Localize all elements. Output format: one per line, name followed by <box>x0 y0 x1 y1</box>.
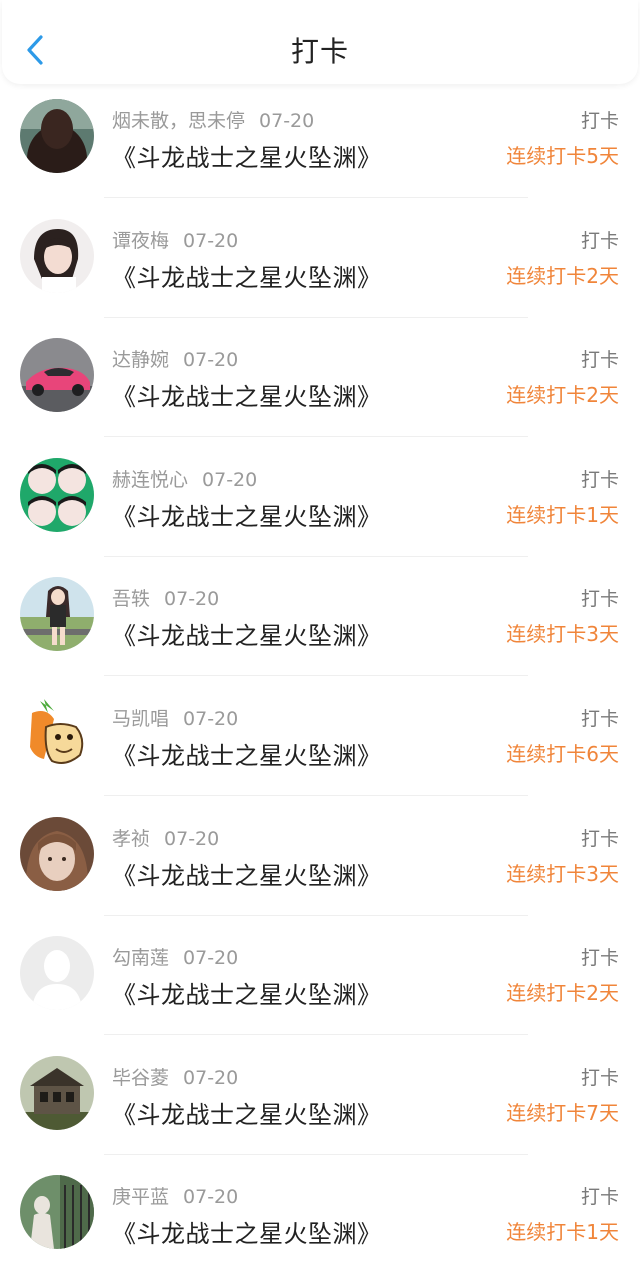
streak-count: 连续打卡1天 <box>506 502 619 527</box>
list-item[interactable]: 赫连悦心 07-20 《斗龙战士之星火坠渊》 打卡 连续打卡1天 <box>0 443 640 563</box>
book-title[interactable]: 《斗龙战士之星火坠渊》 <box>112 138 382 173</box>
checkin-type: 打卡 <box>580 229 619 252</box>
avatar[interactable] <box>20 936 94 1011</box>
streak-count: 连续打卡2天 <box>506 981 619 1006</box>
divider <box>104 1153 528 1155</box>
checkin-date: 07-20 <box>183 349 239 372</box>
streak-count: 连续打卡3天 <box>506 861 619 886</box>
checkin-date: 07-20 <box>183 1066 239 1089</box>
book-title[interactable]: 《斗龙战士之星火坠渊》 <box>112 1095 382 1130</box>
streak-count: 连续打卡2天 <box>506 263 619 288</box>
avatar[interactable] <box>20 577 94 652</box>
book-title[interactable]: 《斗龙战士之星火坠渊》 <box>112 856 382 891</box>
checkin-date: 07-20 <box>183 947 239 970</box>
divider <box>104 555 528 557</box>
book-title[interactable]: 《斗龙战士之星火坠渊》 <box>112 736 382 771</box>
username[interactable]: 马凯唱 <box>112 708 169 730</box>
book-title[interactable]: 《斗龙战士之星火坠渊》 <box>112 497 382 532</box>
checkin-type: 打卡 <box>580 827 619 850</box>
checkin-date: 07-20 <box>164 588 220 611</box>
streak-count: 连续打卡5天 <box>506 144 619 168</box>
username[interactable]: 庚平蓝 <box>112 1186 169 1208</box>
top-bar: 打卡 <box>2 0 638 84</box>
checkin-date: 07-20 <box>183 229 239 252</box>
username[interactable]: 赫连悦心 <box>112 469 188 491</box>
list-item[interactable]: 达静婉 07-20 《斗龙战士之星火坠渊》 打卡 连续打卡2天 <box>0 323 640 443</box>
checkin-list: 烟未散，思未停 07-20 《斗龙战士之星火坠渊》 打卡 连续打卡5天 谭夜梅 07… <box>0 84 640 1280</box>
list-item[interactable]: 马凯唱 07-20 《斗龙战士之星火坠渊》 打卡 连续打卡6天 <box>0 682 640 802</box>
checkin-type: 打卡 <box>580 110 619 132</box>
book-title[interactable]: 《斗龙战士之星火坠渊》 <box>112 377 382 412</box>
username[interactable]: 孝祯 <box>112 828 150 850</box>
checkin-type: 打卡 <box>580 947 619 970</box>
username[interactable]: 毕谷菱 <box>112 1067 169 1089</box>
checkin-date: 07-20 <box>183 707 239 730</box>
username[interactable]: 吾轶 <box>112 588 150 610</box>
avatar[interactable] <box>20 816 94 891</box>
username[interactable]: 达静婉 <box>112 349 169 371</box>
username[interactable]: 烟未散，思未停 <box>112 110 245 132</box>
checkin-type: 打卡 <box>580 1066 619 1089</box>
list-item[interactable]: 孝祯 07-20 《斗龙战士之星火坠渊》 打卡 连续打卡3天 <box>0 802 640 922</box>
list-item[interactable]: 庚平蓝 07-20 《斗龙战士之星火坠渊》 打卡 连续打卡1天 <box>0 1160 640 1280</box>
checkin-type: 打卡 <box>580 588 619 611</box>
avatar[interactable] <box>20 99 94 173</box>
checkin-date: 07-20 <box>164 827 220 850</box>
book-title[interactable]: 《斗龙战士之星火坠渊》 <box>112 1214 382 1249</box>
checkin-type: 打卡 <box>580 1186 619 1209</box>
list-item[interactable]: 毕谷菱 07-20 《斗龙战士之星火坠渊》 打卡 连续打卡7天 <box>0 1041 640 1161</box>
streak-count: 连续打卡3天 <box>506 622 619 647</box>
book-title[interactable]: 《斗龙战士之星火坠渊》 <box>112 975 382 1010</box>
streak-count: 连续打卡2天 <box>506 383 619 408</box>
checkin-type: 打卡 <box>580 468 619 491</box>
checkin-date: 07-20 <box>183 1186 239 1209</box>
divider <box>104 436 528 438</box>
book-title[interactable]: 《斗龙战士之星火坠渊》 <box>112 258 382 293</box>
checkin-date: 07-20 <box>259 110 315 132</box>
checkin-type: 打卡 <box>580 707 619 730</box>
checkin-type: 打卡 <box>580 349 619 372</box>
divider <box>104 914 528 916</box>
avatar[interactable] <box>20 457 94 532</box>
list-item[interactable]: 吾轶 07-20 《斗龙战士之星火坠渊》 打卡 连续打卡3天 <box>0 562 640 682</box>
avatar[interactable] <box>20 1175 94 1250</box>
streak-count: 连续打卡6天 <box>506 741 619 766</box>
divider <box>104 197 528 198</box>
book-title[interactable]: 《斗龙战士之星火坠渊》 <box>112 616 382 651</box>
list-item[interactable]: 勾南莲 07-20 《斗龙战士之星火坠渊》 打卡 连续打卡2天 <box>0 921 640 1041</box>
avatar[interactable] <box>20 338 94 413</box>
list-item[interactable]: 烟未散，思未停 07-20 《斗龙战士之星火坠渊》 打卡 连续打卡5天 <box>0 84 640 204</box>
streak-count: 连续打卡1天 <box>506 1220 619 1245</box>
divider <box>104 794 528 796</box>
divider <box>104 675 528 677</box>
page-title: 打卡 <box>290 35 349 68</box>
divider <box>104 316 528 318</box>
avatar[interactable] <box>20 696 94 771</box>
checkin-date: 07-20 <box>202 468 258 491</box>
avatar[interactable] <box>20 218 94 293</box>
list-item[interactable]: 谭夜梅 07-20 《斗龙战士之星火坠渊》 打卡 连续打卡2天 <box>0 204 640 324</box>
username[interactable]: 勾南莲 <box>112 947 169 969</box>
divider <box>104 1034 528 1036</box>
username[interactable]: 谭夜梅 <box>112 230 169 252</box>
streak-count: 连续打卡7天 <box>506 1100 619 1125</box>
avatar[interactable] <box>20 1055 94 1130</box>
